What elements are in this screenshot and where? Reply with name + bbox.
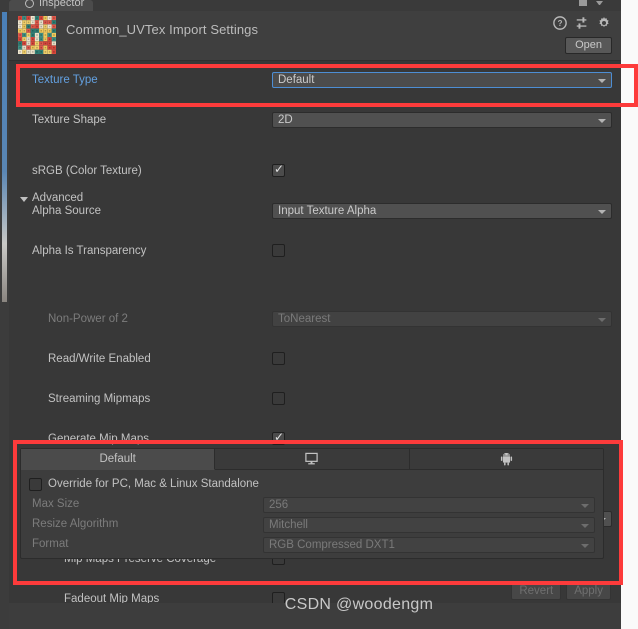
texture-type-dropdown[interactable]: Default (272, 72, 612, 88)
read-write-enabled-checkbox[interactable] (272, 352, 285, 365)
page-title: Common_UVTex Import Settings (66, 22, 259, 37)
tab-android[interactable] (409, 449, 603, 470)
row-read-write-enabled: Read/Write Enabled (9, 349, 621, 369)
platform-tab-strip: Default (21, 449, 603, 470)
advanced-foldout-label: Advanced (32, 192, 84, 204)
tab-default[interactable]: Default (21, 449, 216, 470)
row-texture-shape: Texture Shape 2D (9, 110, 621, 130)
texture-type-label: Texture Type (32, 74, 98, 86)
override-label: Override for PC, Mac & Linux Standalone (48, 478, 259, 490)
chevron-down-icon (581, 524, 589, 528)
header-icon-group: ? (553, 16, 611, 30)
row-resize-algorithm: Resize Algorithm Mitchell (21, 516, 603, 536)
row-non-power-of-2: Non-Power of 2 ToNearest (9, 309, 621, 329)
texture-type-value: Default (278, 74, 315, 86)
advanced-foldout[interactable]: Advanced (9, 189, 621, 209)
override-checkbox[interactable] (29, 478, 42, 491)
texture-thumbnail[interactable] (18, 16, 56, 54)
non-power-of-2-dropdown: ToNearest (272, 311, 612, 327)
row-format: Format RGB Compressed DXT1 (21, 536, 603, 556)
chevron-down-icon (20, 197, 28, 202)
texture-shape-label: Texture Shape (32, 114, 107, 126)
tab-default-label: Default (99, 453, 136, 465)
max-size-value: 256 (269, 499, 289, 511)
open-button[interactable]: Open (565, 37, 612, 54)
row-texture-type: Texture Type Default (9, 70, 621, 90)
read-write-enabled-label: Read/Write Enabled (48, 353, 151, 365)
resize-algorithm-label: Resize Algorithm (32, 518, 119, 530)
window-accent-strip (2, 12, 7, 302)
chevron-down-icon (581, 544, 589, 548)
chevron-down-icon (598, 318, 606, 322)
streaming-mipmaps-checkbox[interactable] (272, 392, 285, 405)
resize-algorithm-value: Mitchell (269, 519, 308, 531)
svg-text:?: ? (558, 19, 563, 28)
format-dropdown: RGB Compressed DXT1 (263, 537, 595, 553)
srgb-label: sRGB (Color Texture) (32, 165, 142, 177)
non-power-of-2-value: ToNearest (278, 313, 331, 325)
row-srgb: sRGB (Color Texture) (9, 161, 621, 181)
row-max-size: Max Size 256 (21, 496, 603, 516)
texture-shape-value: 2D (278, 114, 293, 126)
tab-menu-icon[interactable] (596, 1, 603, 8)
android-icon (500, 453, 512, 466)
texture-shape-dropdown[interactable]: 2D (272, 112, 612, 128)
chevron-down-icon (598, 210, 606, 214)
tab-inspector[interactable]: Inspector (9, 0, 93, 11)
gear-icon[interactable] (597, 16, 611, 30)
outer-right-background (621, 0, 638, 629)
chevron-down-icon (581, 504, 589, 508)
chevron-down-icon (598, 119, 606, 123)
max-size-label: Max Size (32, 498, 80, 510)
row-generate-mip-maps: Generate Mip Maps (9, 429, 621, 449)
resize-algorithm-dropdown: Mitchell (263, 517, 595, 533)
format-label: Format (32, 538, 69, 550)
alpha-is-transparency-label: Alpha Is Transparency (32, 245, 147, 257)
watermark-text: CSDN @woodengm (284, 596, 434, 613)
editor-tab-bar (9, 0, 621, 11)
maximize-icon[interactable] (579, 0, 587, 6)
inspector-header: Common_UVTex Import Settings ? Open (9, 11, 621, 61)
monitor-icon (305, 452, 319, 465)
tab-inspector-label: Inspector (39, 0, 85, 9)
format-value: RGB Compressed DXT1 (269, 539, 395, 551)
generate-mip-maps-checkbox[interactable] (272, 430, 285, 445)
inspector-icon (25, 0, 34, 8)
platform-settings-body: Override for PC, Mac & Linux Standalone … (21, 470, 603, 556)
row-streaming-mipmaps: Streaming Mipmaps (9, 389, 621, 409)
row-override: Override for PC, Mac & Linux Standalone (21, 476, 603, 496)
non-power-of-2-label: Non-Power of 2 (48, 313, 128, 325)
chevron-down-icon (598, 79, 606, 83)
platform-override-box: Default Override for PC, Mac & Linux Sta… (20, 448, 604, 559)
srgb-checkbox[interactable] (272, 162, 285, 177)
max-size-dropdown: 256 (263, 497, 595, 513)
window-controls[interactable] (579, 0, 603, 8)
screenshot-root: Inspector Common_UVTex Import Settings ? (0, 0, 638, 629)
preset-icon[interactable] (575, 16, 589, 30)
help-icon[interactable]: ? (553, 16, 567, 30)
tab-standalone[interactable] (215, 449, 410, 470)
alpha-is-transparency-checkbox[interactable] (272, 244, 285, 257)
generate-mip-maps-label: Generate Mip Maps (48, 433, 149, 445)
row-alpha-is-transparency: Alpha Is Transparency (9, 241, 621, 261)
streaming-mipmaps-label: Streaming Mipmaps (48, 393, 151, 405)
